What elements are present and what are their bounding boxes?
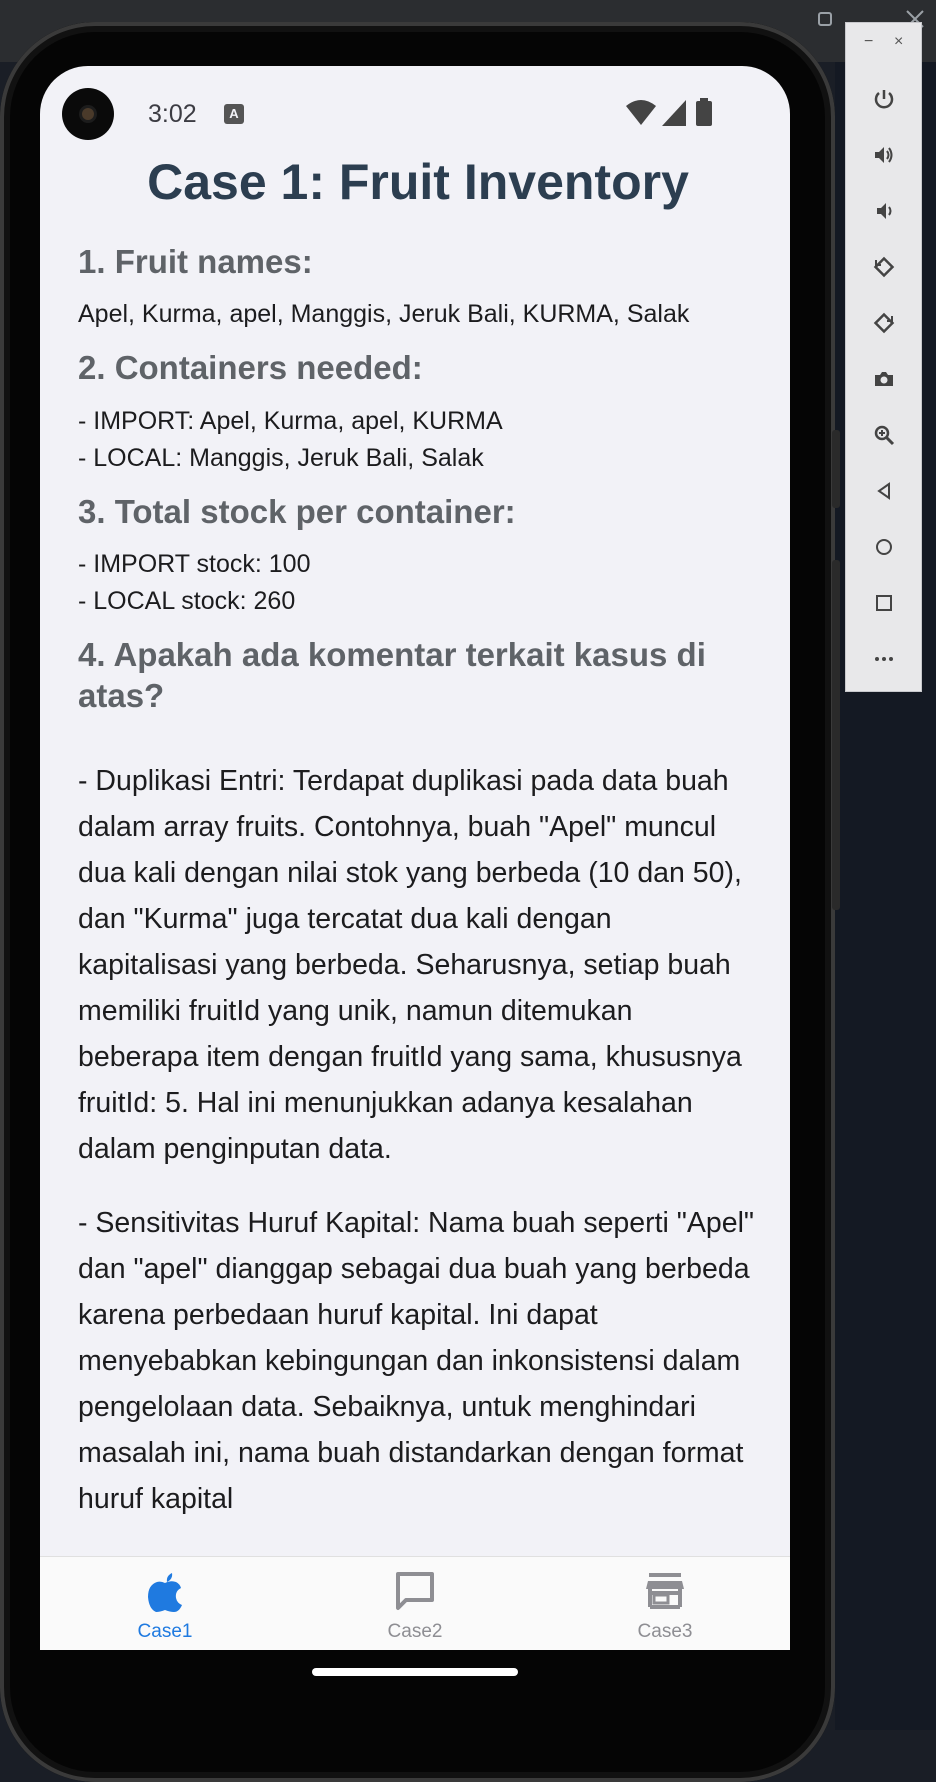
zoom-icon[interactable] xyxy=(846,415,921,455)
comment-duplicate-entries: - Duplikasi Entri: Terdapat duplikasi pa… xyxy=(78,765,742,1166)
page-content: Case 1: Fruit Inventory 1. Fruit names: … xyxy=(78,150,758,1522)
section-heading-fruit-names: 1. Fruit names: xyxy=(78,243,313,280)
apple-icon xyxy=(148,1573,182,1612)
comment-case-sensitivity: - Sensitivitas Huruf Kapital: Nama buah … xyxy=(78,1207,755,1516)
tab-case1[interactable]: Case1 xyxy=(40,1557,290,1650)
signal-icon xyxy=(662,100,686,126)
import-container-text: - IMPORT: Apel, Kurma, apel, KURMA xyxy=(78,406,503,435)
phone-power-button xyxy=(832,430,840,508)
page-title: Case 1: Fruit Inventory xyxy=(147,154,689,210)
rotate-right-icon[interactable] xyxy=(846,303,921,343)
volume-down-icon[interactable] xyxy=(846,191,921,231)
more-icon[interactable] xyxy=(846,639,921,679)
battery-icon xyxy=(696,98,712,126)
section-heading-containers: 2. Containers needed: xyxy=(78,349,423,387)
import-stock-text: - IMPORT stock: 100 xyxy=(78,549,311,578)
tab-label-case2: Case2 xyxy=(387,1621,443,1642)
chat-bubble-icon xyxy=(396,1572,434,1610)
tab-label-case1: Case1 xyxy=(137,1621,193,1642)
fruit-names-text: Apel, Kurma, apel, Manggis, Jeruk Bali, … xyxy=(78,300,690,329)
section-heading-comments: 4. Apakah ada komentar terkait kasus di … xyxy=(78,635,706,714)
tab-label-case3: Case3 xyxy=(637,1621,693,1642)
tab-case3[interactable]: Case3 xyxy=(540,1557,790,1650)
minimize-panel-icon[interactable]: − xyxy=(864,33,873,51)
bottom-tab-bar: Case1 Case2 Case3 xyxy=(40,1556,790,1650)
status-time: 3:02 xyxy=(148,100,197,128)
tab-case2[interactable]: Case2 xyxy=(290,1557,540,1650)
app-screen: 3:02 A Case 1: Fruit Inventory 1. Fruit … xyxy=(40,66,790,1650)
section-heading-total-stock: 3. Total stock per container: xyxy=(78,492,516,530)
local-container-text: - LOCAL: Manggis, Jeruk Bali, Salak xyxy=(78,443,484,472)
back-icon[interactable] xyxy=(846,471,921,511)
close-panel-icon[interactable]: × xyxy=(894,33,903,51)
notification-icon: A xyxy=(224,104,244,124)
rotate-left-icon[interactable] xyxy=(846,247,921,287)
phone-volume-button xyxy=(832,560,840,910)
front-camera xyxy=(62,88,114,140)
local-stock-text: - LOCAL stock: 260 xyxy=(78,586,296,615)
emulator-side-panel: − × xyxy=(845,22,922,692)
storefront-icon xyxy=(646,1573,684,1609)
overview-icon[interactable] xyxy=(846,583,921,623)
restore-window-icon[interactable] xyxy=(816,10,836,36)
wifi-icon xyxy=(626,100,656,125)
home-indicator[interactable] xyxy=(312,1668,518,1676)
camera-icon[interactable] xyxy=(846,359,921,399)
power-icon[interactable] xyxy=(846,79,921,119)
home-icon[interactable] xyxy=(846,527,921,567)
volume-up-icon[interactable] xyxy=(846,135,921,175)
